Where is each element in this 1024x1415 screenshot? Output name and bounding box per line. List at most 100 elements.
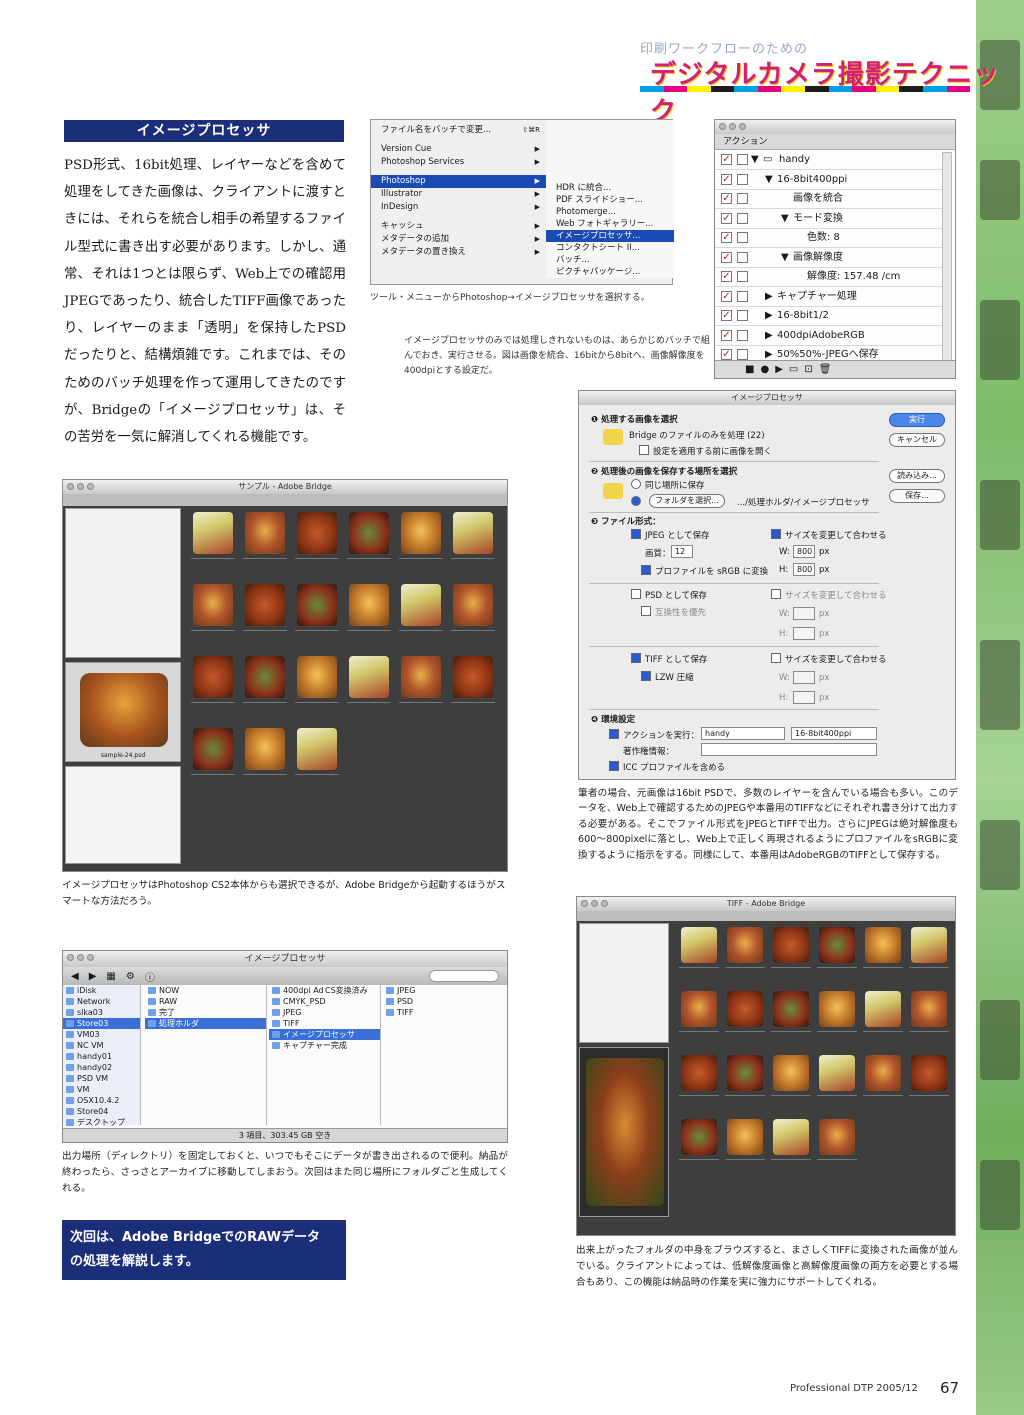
action-enabled-checkbox[interactable]: ✓ — [721, 193, 732, 204]
thumbnail[interactable] — [395, 654, 447, 726]
same-location-radio[interactable] — [631, 479, 641, 489]
finder-item[interactable]: キャプチャー完成 — [269, 1040, 380, 1051]
action-row[interactable]: ✓ ▼ モード変換 — [715, 209, 943, 229]
psd-compat-checkbox[interactable] — [641, 606, 651, 616]
run-action-checkbox[interactable] — [609, 729, 619, 739]
thumbnail[interactable] — [721, 1117, 767, 1181]
new-set-icon[interactable]: ▭ — [789, 364, 798, 375]
finder-item[interactable]: VM — [63, 1084, 140, 1095]
thumbnail[interactable] — [813, 1117, 859, 1181]
thumbnail[interactable] — [721, 989, 767, 1053]
action-dialog-toggle[interactable] — [737, 154, 748, 165]
info-icon[interactable]: ⓘ — [145, 969, 155, 984]
psd-width-input[interactable] — [793, 607, 815, 620]
jpeg-save-checkbox[interactable] — [631, 529, 641, 539]
thumbnail[interactable] — [859, 989, 905, 1053]
action-row[interactable]: ✓ ▼ ▭ handy — [715, 150, 943, 170]
submenu-item[interactable]: PDF スライドショー... — [546, 194, 674, 206]
thumbnail[interactable] — [721, 1053, 767, 1117]
thumbnail[interactable] — [813, 1053, 859, 1117]
play-icon[interactable]: ▶ — [775, 364, 783, 375]
menu-item[interactable]: Photoshop Services ▶ — [371, 156, 546, 169]
thumbnail[interactable] — [291, 654, 343, 726]
minimize-icon[interactable] — [77, 483, 84, 490]
finder-item[interactable]: slka03 — [63, 1007, 140, 1018]
thumbnail[interactable] — [239, 726, 291, 798]
load-button[interactable]: 読み込み... — [889, 469, 945, 483]
close-icon[interactable] — [581, 900, 588, 907]
action-enabled-checkbox[interactable]: ✓ — [721, 349, 732, 360]
thumbnail[interactable] — [905, 1053, 951, 1117]
finder-item[interactable]: イメージプロセッサ — [269, 1029, 380, 1040]
finder-item[interactable]: Store03 — [63, 1018, 140, 1029]
minimize-icon[interactable] — [77, 954, 84, 961]
cancel-button[interactable]: キャンセル — [889, 433, 945, 447]
thumbnail[interactable] — [291, 726, 343, 798]
thumbnail[interactable] — [291, 582, 343, 654]
finder-item[interactable]: JPEG — [269, 1007, 380, 1018]
thumbnail[interactable] — [767, 1053, 813, 1117]
action-enabled-checkbox[interactable]: ✓ — [721, 310, 732, 321]
submenu-item[interactable]: コンタクトシート II... — [546, 242, 674, 254]
thumbnail[interactable] — [187, 726, 239, 798]
thumbnail[interactable] — [239, 582, 291, 654]
submenu-item[interactable]: Web フォトギャラリー... — [546, 218, 674, 230]
action-enabled-checkbox[interactable]: ✓ — [721, 251, 732, 263]
submenu-item[interactable]: HDR に統合... — [546, 182, 674, 194]
finder-item[interactable]: handy02 — [63, 1062, 140, 1073]
record-icon[interactable]: ● — [760, 364, 769, 375]
thumbnail[interactable] — [767, 1117, 813, 1181]
close-icon[interactable] — [67, 483, 74, 490]
action-row[interactable]: ✓ ▼ 16-8bit400ppi — [715, 170, 943, 190]
thumbnail[interactable] — [395, 582, 447, 654]
thumbnail[interactable] — [675, 989, 721, 1053]
trash-icon[interactable]: 🗑 — [819, 364, 832, 375]
lzw-checkbox[interactable] — [641, 671, 651, 681]
action-row[interactable]: ✓ ▶ 16-8bit1/2 — [715, 306, 943, 326]
folder-tree-panel[interactable] — [65, 508, 181, 658]
thumbnail[interactable] — [767, 989, 813, 1053]
action-set-select[interactable]: handy — [701, 727, 785, 740]
thumbnail[interactable] — [447, 510, 499, 582]
action-dialog-toggle[interactable] — [737, 251, 748, 263]
disclosure-triangle-icon[interactable]: ▼ — [765, 170, 773, 190]
action-icon[interactable]: ⚙ — [126, 971, 135, 982]
zoom-icon[interactable] — [87, 483, 94, 490]
disclosure-triangle-icon[interactable]: ▼ — [751, 150, 759, 170]
action-row[interactable]: ✓ 色数: 8 — [715, 228, 943, 248]
action-dialog-toggle[interactable] — [737, 290, 748, 302]
zoom-icon[interactable] — [87, 954, 94, 961]
disclosure-triangle-icon[interactable]: ▶ — [765, 287, 773, 307]
submenu-item[interactable]: バッチ... — [546, 254, 674, 266]
finder-item[interactable]: Network — [63, 996, 140, 1007]
thumbnail[interactable] — [343, 654, 395, 726]
action-dialog-toggle[interactable] — [737, 310, 748, 321]
submenu-item[interactable]: Photomerge... — [546, 206, 674, 218]
minimize-icon[interactable] — [591, 900, 598, 907]
open-images-checkbox[interactable] — [639, 445, 649, 455]
action-enabled-checkbox[interactable]: ✓ — [721, 212, 732, 224]
action-panel-tab[interactable]: アクション — [715, 134, 955, 150]
save-button[interactable]: 保存... — [889, 489, 945, 503]
action-enabled-checkbox[interactable]: ✓ — [721, 173, 732, 185]
thumbnail[interactable] — [813, 989, 859, 1053]
scrollbar[interactable] — [942, 152, 952, 362]
thumbnail[interactable] — [395, 510, 447, 582]
menu-item[interactable]: Version Cue ▶ — [371, 143, 546, 156]
action-enabled-checkbox[interactable]: ✓ — [721, 271, 732, 282]
jpeg-resize-checkbox[interactable] — [771, 529, 781, 539]
action-dialog-toggle[interactable] — [737, 232, 748, 243]
thumbnail[interactable] — [905, 925, 951, 989]
action-enabled-checkbox[interactable]: ✓ — [721, 329, 732, 341]
action-dialog-toggle[interactable] — [737, 212, 748, 224]
search-input[interactable] — [429, 970, 499, 982]
tiff-resize-checkbox[interactable] — [771, 653, 781, 663]
action-enabled-checkbox[interactable]: ✓ — [721, 232, 732, 243]
stop-icon[interactable]: ■ — [745, 364, 754, 375]
thumbnail[interactable] — [721, 925, 767, 989]
action-row[interactable]: ✓ 画像を統合 — [715, 189, 943, 209]
finder-item[interactable]: Store04 — [63, 1106, 140, 1117]
finder-item[interactable]: デスクトップ — [63, 1117, 140, 1128]
finder-item[interactable]: CMYK_PSD — [269, 996, 380, 1007]
zoom-icon[interactable] — [601, 900, 608, 907]
